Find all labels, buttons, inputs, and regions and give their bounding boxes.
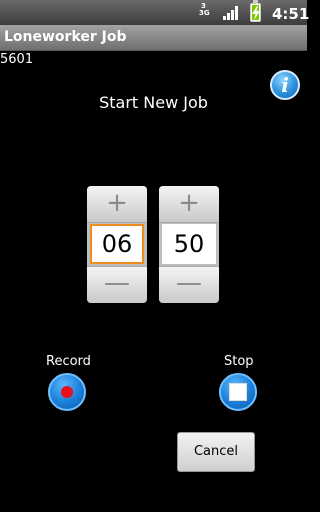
record-icon — [61, 386, 73, 398]
hours-field[interactable]: 06 — [90, 224, 144, 264]
minutes-increment-button[interactable]: + — [159, 186, 219, 223]
hours-picker: + 06 — — [87, 186, 147, 303]
title-bar: Loneworker Job — [0, 25, 307, 51]
clock-time: 4:51 — [272, 5, 310, 23]
hours-decrement-button[interactable]: — — [87, 266, 147, 303]
hours-increment-button[interactable]: + — [87, 186, 147, 223]
app-title: Loneworker Job — [4, 29, 127, 45]
page-title: Start New Job — [99, 93, 208, 112]
minutes-decrement-button[interactable]: — — [159, 266, 219, 303]
stop-label: Stop — [224, 354, 254, 369]
stop-button[interactable] — [219, 373, 257, 411]
minutes-picker: + 50 — — [159, 186, 219, 303]
record-label: Record — [46, 354, 91, 369]
status-bar: 3 3G 4:51 — [0, 0, 310, 25]
signal-icon — [223, 6, 238, 20]
minutes-field[interactable]: 50 — [162, 224, 216, 264]
record-button[interactable] — [48, 373, 86, 411]
cancel-button[interactable]: Cancel — [177, 432, 255, 472]
stop-icon — [229, 383, 247, 401]
battery-charging-icon — [250, 0, 261, 22]
network-type-icon: 3 3G — [199, 3, 213, 23]
job-id: 5601 — [0, 52, 34, 67]
network-line-2: 3G — [199, 9, 210, 17]
